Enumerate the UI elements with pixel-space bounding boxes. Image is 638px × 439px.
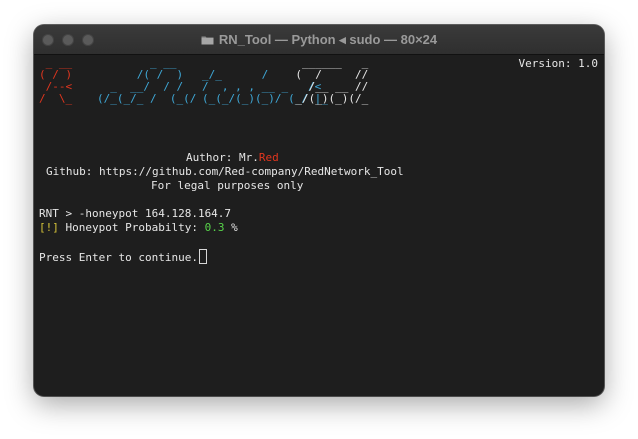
prompt-text: Press Enter to continue. — [39, 251, 198, 264]
author-label: Author: Mr. — [186, 151, 259, 164]
banner-cyan-row: _ __/ / / — [97, 80, 184, 93]
banner-cyan-row: (/_(_/_ / (_(/ — [97, 92, 197, 105]
banner-cyan-row: /( / ) — [97, 68, 184, 81]
probability-value: 0.3 — [204, 221, 225, 234]
version-text: Version: 1.0 — [518, 57, 598, 70]
banner-cyan-row: _ __ — [97, 56, 177, 69]
window-title-container: RN_Tool — Python ◂ sudo — 80×24 — [34, 32, 604, 48]
terminal-output[interactable]: Version: 1.0 _ __ ( / ) /--< / \_ _ __ /… — [34, 55, 604, 396]
terminal-window: RN_Tool — Python ◂ sudo — 80×24 Version:… — [34, 25, 604, 396]
result-unit: % — [224, 221, 238, 234]
banner-white-row: ( / // — [196, 68, 369, 81]
author-line: Author: Mr.Red — [186, 151, 279, 165]
prompt-line: Press Enter to continue. — [39, 249, 207, 265]
banner-red-row: /--< — [39, 80, 73, 93]
author-name: Red — [258, 151, 279, 164]
github-line: Github: https://github.com/Red-company/R… — [46, 165, 404, 178]
result-label: Honeypot Probabilty: — [58, 221, 205, 234]
window-title: RN_Tool — Python ◂ sudo — 80×24 — [218, 32, 438, 47]
banner-white-row: ______ _ — [196, 56, 369, 69]
text-cursor[interactable] — [198, 249, 207, 264]
banner-white-row: /__ __ // — [196, 80, 369, 93]
banner-red-row: ( / ) — [39, 68, 73, 81]
command-line: RNT > -honeypot 164.128.164.7 — [39, 207, 232, 220]
banner-white-row: _/(_)(_)(/_ — [196, 92, 369, 105]
result-line: [!] Honeypot Probabilty: 0.3 % — [39, 221, 238, 235]
title-bar[interactable]: RN_Tool — Python ◂ sudo — 80×24 — [34, 25, 604, 55]
banner-red-row: _ __ — [39, 56, 73, 69]
warning-prefix: [!] — [39, 221, 59, 234]
legal-line: For legal purposes only — [151, 179, 304, 192]
banner-red-row: / \_ — [39, 92, 73, 105]
folder-icon — [201, 35, 214, 45]
